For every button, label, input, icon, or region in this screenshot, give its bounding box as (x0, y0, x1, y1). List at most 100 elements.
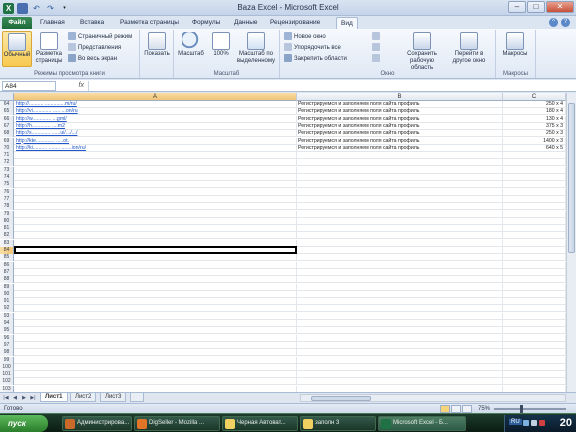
row-header[interactable]: 85 (0, 254, 14, 262)
cell-c-value[interactable] (503, 320, 566, 327)
sheet-tab-2[interactable]: Лист2 (70, 393, 97, 402)
sheet-tab-3[interactable]: Лист3 (100, 393, 127, 402)
table-row[interactable]: 95 (0, 327, 566, 335)
cell-b-description[interactable] (298, 327, 503, 335)
name-box[interactable]: A84 (2, 81, 56, 91)
row-header[interactable]: 94 (0, 320, 14, 327)
row-header[interactable]: 100 (0, 363, 14, 371)
cell-b-description[interactable]: Регистрируемся и заполняем поля сайта пр… (298, 130, 503, 138)
table-row[interactable]: 74 (0, 174, 566, 181)
unhide-button[interactable] (372, 54, 382, 64)
freeze-panes-button[interactable]: Закрепить области (284, 54, 347, 64)
cell-c-value[interactable] (503, 166, 566, 174)
cell-b-description[interactable] (298, 261, 503, 269)
table-row[interactable]: 89 (0, 283, 566, 291)
cell-c-value[interactable] (503, 371, 566, 379)
cell-c-value[interactable] (503, 268, 566, 276)
row-header[interactable]: 65 (0, 108, 14, 116)
row-header[interactable]: 67 (0, 122, 14, 130)
row-header[interactable]: 80 (0, 217, 14, 225)
cell-b-description[interactable]: Регистрируемся и заполняем поля сайта пр… (298, 101, 503, 108)
table-row[interactable]: 73 (0, 166, 566, 174)
zoom-percent[interactable]: 75% (478, 405, 490, 413)
cell-b-description[interactable] (298, 203, 503, 211)
table-row[interactable]: 90 (0, 290, 566, 298)
table-row[interactable]: 65 http://vi............. ..... ...on/ru Р… (0, 108, 566, 116)
cell-a-link[interactable]: http://s............. ......ui/.../.../ (16, 130, 297, 138)
tab-view[interactable]: Вид (336, 17, 358, 29)
active-cell-outline[interactable] (14, 246, 297, 254)
zoom-slider[interactable] (494, 405, 566, 413)
cell-a-link[interactable] (16, 268, 297, 276)
cell-b-description[interactable] (298, 298, 503, 306)
table-row[interactable]: 102 (0, 378, 566, 386)
cell-a-link[interactable] (16, 217, 297, 225)
cell-a-link[interactable] (16, 276, 297, 284)
zoom-button[interactable]: Масштаб (176, 31, 206, 67)
cell-b-description[interactable] (298, 195, 503, 203)
row-header[interactable]: 92 (0, 305, 14, 313)
cell-c-value[interactable] (503, 159, 566, 167)
cell-c-value[interactable] (503, 210, 566, 218)
cell-c-value[interactable] (503, 349, 566, 357)
row-header[interactable]: 76 (0, 188, 14, 196)
cell-c-value[interactable]: 180 x 4 (503, 108, 566, 116)
cell-a-link[interactable] (16, 195, 297, 203)
cell-c-value[interactable] (503, 254, 566, 262)
table-row[interactable]: 66 http://w............. ...gml/Регистрир… (0, 115, 566, 123)
cell-a-link[interactable] (16, 349, 297, 357)
row-header[interactable]: 79 (0, 210, 14, 218)
cell-c-value[interactable]: 1400 x 3 (503, 137, 566, 145)
table-row[interactable]: 88 (0, 276, 566, 284)
clock[interactable]: 20 (560, 417, 572, 429)
taskbar-item[interactable]: заполн 3 (300, 416, 376, 431)
row-header[interactable]: 96 (0, 334, 14, 342)
cell-c-value[interactable]: 250 x 4 (503, 101, 566, 108)
cell-c-value[interactable] (503, 290, 566, 298)
table-row[interactable]: 75 (0, 181, 566, 189)
row-header[interactable]: 75 (0, 181, 14, 189)
custom-views-button[interactable]: Представления (68, 43, 121, 53)
table-row[interactable]: 81 (0, 225, 566, 233)
cell-c-value[interactable]: 640 x 5 (503, 144, 566, 152)
cell-b-description[interactable] (298, 363, 503, 371)
cell-c-value[interactable] (503, 188, 566, 196)
taskbar-item[interactable]: Microsoft Excel - Б... (378, 416, 466, 431)
column-header-a[interactable]: A (14, 93, 297, 101)
row-header[interactable]: 83 (0, 239, 14, 247)
cell-c-value[interactable] (503, 195, 566, 203)
minimize-button[interactable]: – (508, 1, 526, 13)
arrange-all-button[interactable]: Упорядочить все (284, 43, 341, 53)
cell-a-link[interactable] (16, 159, 297, 167)
horizontal-scrollbar[interactable] (300, 394, 566, 402)
cell-c-value[interactable] (503, 225, 566, 233)
cell-c-value[interactable] (503, 203, 566, 211)
switch-windows-button[interactable]: Перейти в другое окно (446, 31, 492, 67)
row-header[interactable]: 73 (0, 166, 14, 174)
row-header[interactable]: 93 (0, 312, 14, 320)
table-row[interactable]: 69 http://kte............. .....ot. Регист… (0, 137, 566, 145)
cell-c-value[interactable] (503, 305, 566, 313)
cell-c-value[interactable] (503, 341, 566, 349)
close-button[interactable]: ✕ (546, 1, 574, 13)
cell-c-value[interactable] (503, 334, 566, 342)
split-button[interactable] (372, 32, 382, 42)
row-header[interactable]: 101 (0, 371, 14, 379)
cell-a-link[interactable] (16, 188, 297, 196)
help-icon[interactable]: ? (561, 18, 570, 27)
cell-a-link[interactable] (16, 341, 297, 349)
cell-a-link[interactable] (16, 181, 297, 189)
column-header-b[interactable]: B (297, 93, 503, 101)
table-row[interactable]: 86 (0, 261, 566, 269)
row-header[interactable]: 68 (0, 130, 14, 138)
table-row[interactable]: 80 (0, 217, 566, 225)
cell-a-link[interactable]: http://h............. ....m2 (16, 122, 297, 130)
row-header[interactable]: 64 (0, 101, 14, 108)
table-row[interactable]: 77 (0, 195, 566, 203)
cell-b-description[interactable] (298, 283, 503, 291)
row-header[interactable]: 99 (0, 356, 14, 364)
cell-c-value[interactable] (503, 174, 566, 181)
cell-a-link[interactable]: http://w............. ...gml/ (16, 115, 297, 123)
column-header-c[interactable]: C (503, 93, 566, 101)
table-row[interactable]: 97 (0, 341, 566, 349)
